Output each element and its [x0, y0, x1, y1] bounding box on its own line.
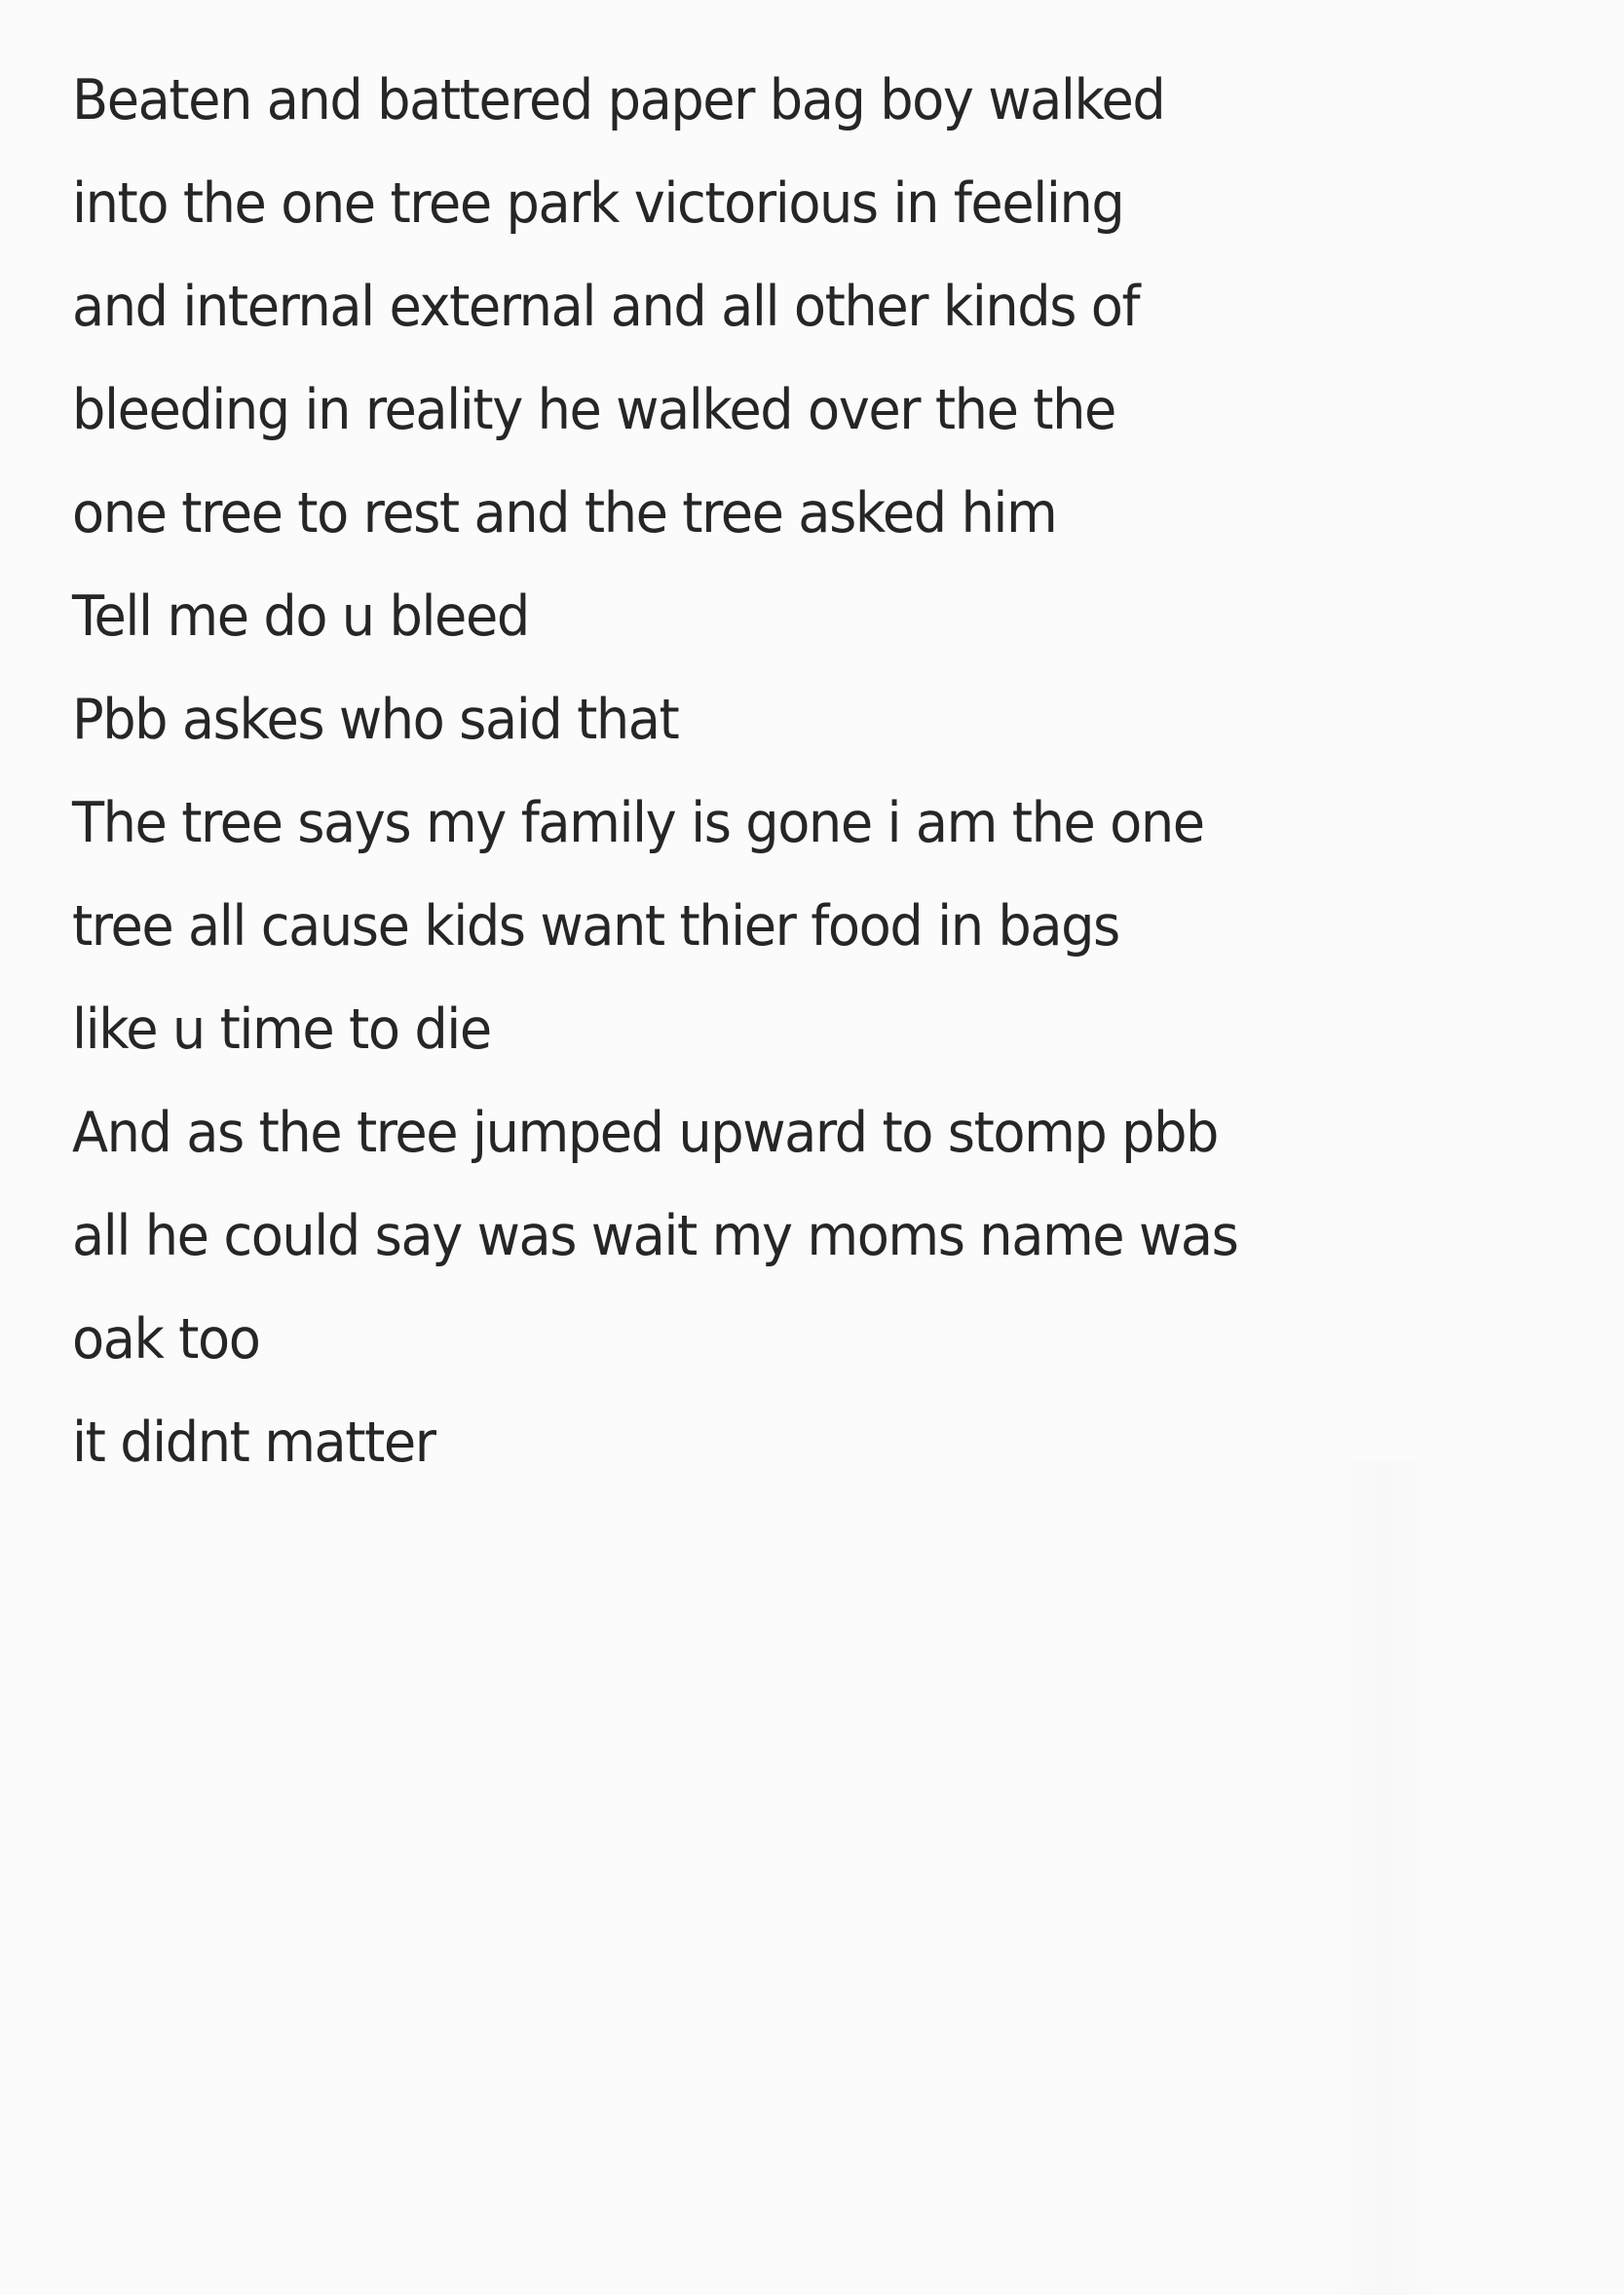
note-line: Beaten and battered paper bag boy walked — [72, 68, 1166, 132]
note-line: and internal external and all other kind… — [72, 275, 1141, 339]
note-line: one tree to rest and the tree asked him — [72, 481, 1058, 546]
note-line: Tell me do u bleed — [72, 584, 530, 649]
note-line: Pbb askes who said that — [72, 688, 680, 752]
note-line: into the one tree park victorious in fee… — [72, 171, 1125, 236]
note-line: tree all cause kids want thier food in b… — [72, 894, 1120, 959]
note-line: And as the tree jumped upward to stomp p… — [72, 1101, 1219, 1165]
note-line: all he could say was wait my moms name w… — [72, 1204, 1239, 1268]
note-line: oak too — [72, 1307, 261, 1372]
note-page: Beaten and battered paper bag boy walked… — [0, 0, 1624, 2295]
note-line: bleeding in reality he walked over the t… — [72, 378, 1116, 442]
page-shadow — [1325, 1461, 1442, 2295]
note-line: The tree says my family is gone i am the… — [72, 791, 1205, 855]
note-text-body: Beaten and battered paper bag boy walked… — [72, 49, 1592, 1494]
note-line: it didnt matter — [72, 1411, 436, 1475]
note-line: like u time to die — [72, 997, 492, 1062]
